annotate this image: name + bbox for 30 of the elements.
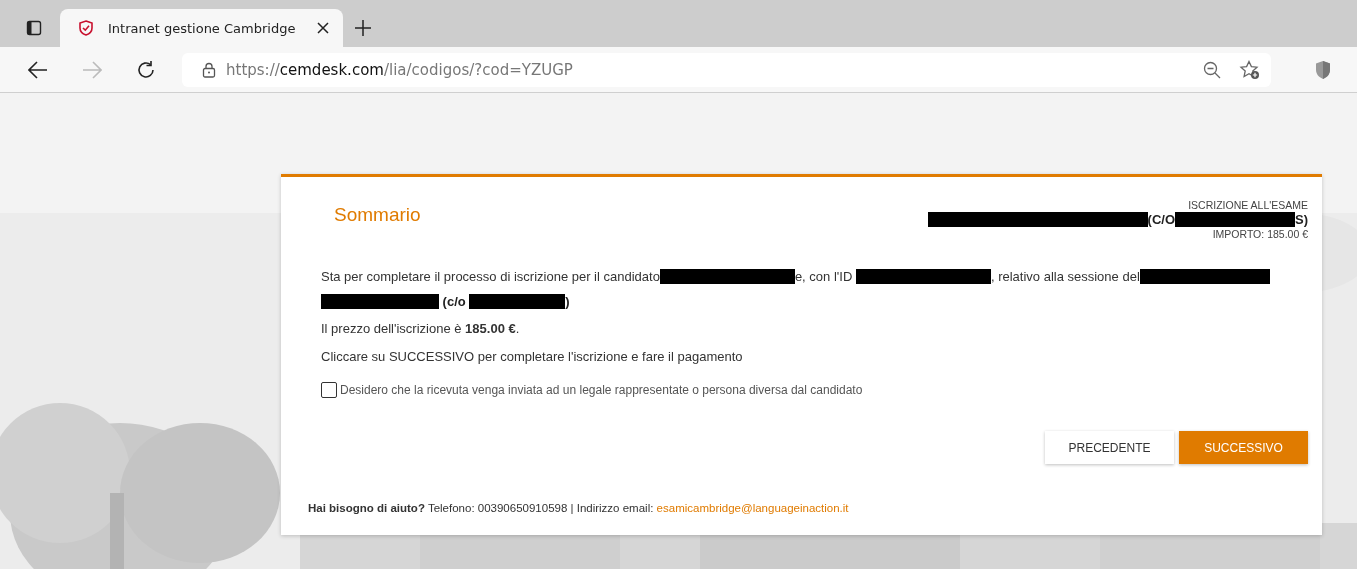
summary-text: Sta per completare il processo di iscrizione per il candidato: [321, 269, 660, 284]
reload-icon[interactable]: [136, 59, 156, 80]
shield-icon[interactable]: [1315, 59, 1331, 80]
card-title: Sommario: [334, 204, 421, 226]
checkbox[interactable]: [321, 382, 337, 398]
summary-text: ): [565, 294, 570, 309]
back-icon[interactable]: [28, 60, 48, 79]
address-bar[interactable]: https://cemdesk.com/lia/codigos/?cod=YZUGP: [182, 52, 1271, 87]
tab-title: Intranet gestione Cambridge: [108, 20, 297, 36]
summary-text: e, con l'ID: [794, 269, 854, 284]
price-text: Il prezzo dell'iscrizione è 185.00 €.: [321, 320, 521, 338]
tab-actions-icon: [26, 20, 42, 36]
summary-text: , relativo alla sessione del: [990, 269, 1140, 284]
summary-text: (c/o: [441, 294, 467, 309]
amount-text: IMPORTO: 185.00 €: [1212, 228, 1308, 240]
browser-tab[interactable]: Intranet gestione Cambridge: [60, 9, 343, 47]
centre-text: S): [1295, 212, 1308, 227]
checkbox-label: Desidero che la ricevuta venga inviata ad un legale rappresentate o persona diversa dal candidato: [340, 383, 863, 397]
centre-text: (C/O: [1147, 212, 1175, 227]
help-text: Hai bisogno di aiuto? Telefono: 00390650910598 | Indirizzo email: esamicambridge@languageinaction.it: [308, 502, 850, 514]
favorite-add-icon[interactable]: [1239, 59, 1261, 80]
instruction-text: Cliccare su SUCCESSIVO per completare l'iscrizione e fare il pagamento: [321, 348, 744, 366]
lock-icon: [202, 61, 216, 78]
close-icon[interactable]: [317, 22, 329, 34]
exam-label: ISCRIZIONE ALL'ESAME: [1188, 199, 1308, 211]
shield-icon: [78, 20, 94, 36]
zoom-out-icon[interactable]: [1203, 60, 1221, 79]
back-button[interactable]: PRECEDENTE: [1045, 431, 1174, 464]
new-tab-icon[interactable]: [355, 20, 371, 36]
url-text: https://cemdesk.com/lia/codigos/?cod=YZUGP: [226, 60, 573, 79]
